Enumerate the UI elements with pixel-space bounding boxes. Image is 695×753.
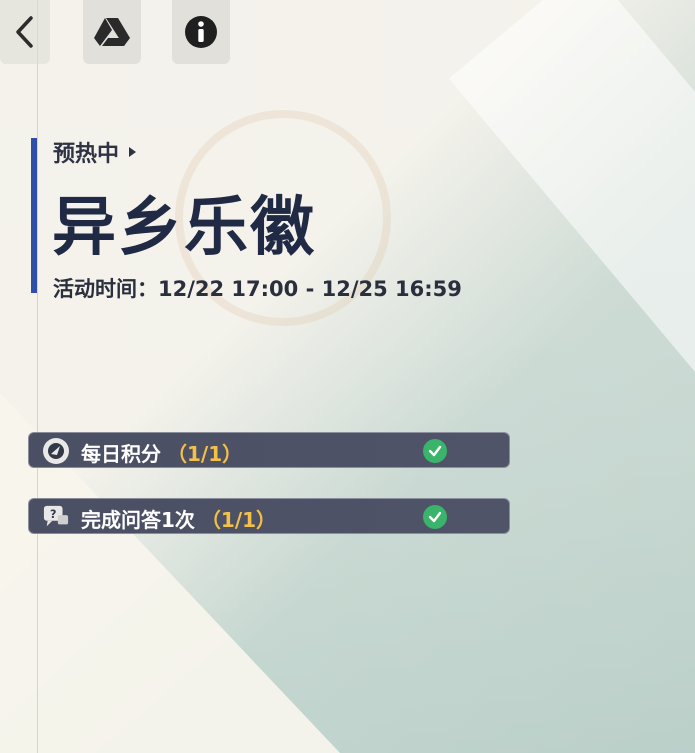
event-time-range: 12/22 17:00 - 12/25 16:59 — [158, 277, 462, 301]
task-title: 每日积分 — [81, 442, 161, 466]
drive-button[interactable] — [83, 0, 141, 64]
back-chevron-icon — [16, 16, 33, 48]
event-time-label: 活动时间： — [53, 277, 158, 301]
divider-line — [37, 0, 38, 753]
title-accent-bar — [31, 138, 37, 293]
daily-points-icon — [43, 438, 69, 464]
google-drive-icon — [94, 18, 130, 46]
info-icon — [185, 16, 217, 48]
back-button[interactable] — [0, 0, 50, 64]
task-row-daily-points[interactable]: 每日积分 （1/1） — [28, 432, 510, 468]
task-row-quiz[interactable]: ? 完成问答1次 （1/1） — [28, 498, 510, 534]
info-button[interactable] — [172, 0, 230, 64]
task-label: 每日积分 （1/1） — [81, 438, 242, 467]
task-progress: （1/1） — [200, 508, 277, 532]
event-title: 异乡乐徽 — [52, 191, 316, 265]
question-chat-icon: ? — [43, 504, 69, 530]
status-arrow-icon — [129, 147, 137, 157]
check-icon — [423, 505, 447, 529]
event-status-label: 预热中 — [53, 142, 120, 167]
event-status[interactable]: 预热中 — [53, 136, 137, 168]
task-label: 完成问答1次 （1/1） — [81, 504, 276, 533]
task-title: 完成问答1次 — [81, 508, 195, 532]
check-icon — [423, 439, 447, 463]
task-progress: （1/1） — [167, 442, 243, 466]
svg-text:?: ? — [50, 508, 56, 521]
event-time: 活动时间：12/22 17:00 - 12/25 16:59 — [53, 273, 462, 303]
